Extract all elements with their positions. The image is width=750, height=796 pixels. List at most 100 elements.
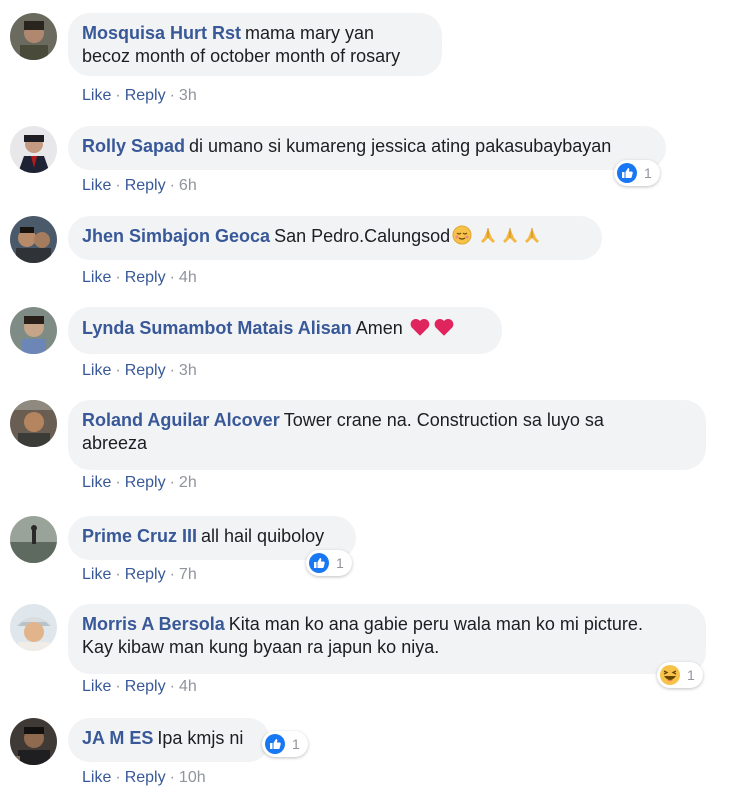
reply-link[interactable]: Reply [125, 177, 166, 194]
comment-text: San Pedro.Calungsod [274, 226, 451, 246]
timestamp[interactable]: 7h [179, 566, 197, 583]
like-link[interactable]: Like [82, 678, 111, 695]
like-link[interactable]: Like [82, 362, 111, 379]
separator: · [169, 362, 175, 379]
like-reaction-icon [617, 163, 637, 183]
like-link[interactable]: Like [82, 769, 111, 786]
comment-actions: Like · Reply · 4h [82, 678, 197, 696]
reaction-summary[interactable]: 1 [657, 662, 703, 688]
comment-bubble: Lynda Sumambot Matais Alisan Amen [68, 307, 502, 354]
like-link[interactable]: Like [82, 474, 111, 491]
relieved-face-icon [452, 225, 472, 245]
reaction-count: 1 [687, 667, 695, 683]
reply-link[interactable]: Reply [125, 474, 166, 491]
separator: · [169, 269, 175, 286]
separator: · [169, 474, 175, 491]
avatar[interactable] [10, 13, 57, 60]
folded-hands-icon [481, 228, 496, 243]
comment-bubble: Jhen Simbajon Geoca San Pedro.Calungsod [68, 216, 602, 260]
avatar[interactable] [10, 307, 57, 354]
like-reaction-icon [265, 734, 285, 754]
comment-actions: Like · Reply · 7h [82, 566, 197, 584]
separator: · [115, 566, 121, 583]
author-name[interactable]: Prime Cruz III [82, 526, 197, 546]
reaction-summary[interactable]: 1 [614, 160, 660, 186]
comment-bubble: Morris A Bersola Kita man ko ana gabie pe… [68, 604, 706, 674]
timestamp[interactable]: 4h [179, 269, 197, 286]
timestamp[interactable]: 2h [179, 474, 197, 491]
author-name[interactable]: Rolly Sapad [82, 136, 185, 156]
comment-text: Amen [355, 318, 403, 338]
red-heart-icon [434, 318, 454, 336]
comment-bubble: Roland Aguilar Alcover Tower crane na. Co… [68, 400, 706, 470]
reply-link[interactable]: Reply [125, 362, 166, 379]
separator: · [169, 87, 175, 104]
reply-link[interactable]: Reply [125, 678, 166, 695]
separator: · [169, 177, 175, 194]
comment-text: Kita man ko ana gabie peru wala man ko m… [228, 614, 643, 634]
author-name[interactable]: JA M ES [82, 728, 153, 748]
reaction-count: 1 [336, 555, 344, 571]
comment-text: abreeza [82, 433, 148, 453]
comment-text: Tower crane na. Construction sa luyo sa [283, 410, 604, 430]
comment-actions: Like · Reply · 10h [82, 769, 206, 787]
comment-bubble: JA M ES Ipa kmjs ni [68, 718, 270, 762]
folded-hands-icon [525, 228, 540, 243]
folded-hands-icon [503, 228, 518, 243]
timestamp[interactable]: 4h [179, 678, 197, 695]
separator: · [115, 362, 121, 379]
author-name[interactable]: Jhen Simbajon Geoca [82, 226, 270, 246]
separator: · [115, 769, 121, 786]
comment-text: becoz month of october month of rosary [82, 46, 401, 66]
avatar[interactable] [10, 126, 57, 173]
avatar[interactable] [10, 216, 57, 263]
separator: · [115, 87, 121, 104]
like-link[interactable]: Like [82, 566, 111, 583]
like-link[interactable]: Like [82, 87, 111, 104]
comment-text: mama mary yan [245, 23, 375, 43]
avatar[interactable] [10, 400, 57, 447]
avatar[interactable] [10, 604, 57, 651]
reply-link[interactable]: Reply [125, 566, 166, 583]
comment-text: Kay kibaw man kung byaan ra japun ko niy… [82, 637, 440, 657]
reaction-summary[interactable]: 1 [262, 731, 308, 757]
comment-bubble: Mosquisa Hurt Rst mama mary yan becoz mon… [68, 13, 442, 76]
comment-actions: Like · Reply · 4h [82, 269, 197, 287]
separator: · [115, 474, 121, 491]
comment-text: Ipa kmjs ni [157, 728, 244, 748]
avatar[interactable] [10, 516, 57, 563]
comment-actions: Like · Reply · 2h [82, 474, 197, 492]
red-heart-icon [410, 318, 430, 336]
timestamp[interactable]: 3h [179, 362, 197, 379]
author-name[interactable]: Lynda Sumambot Matais Alisan [82, 318, 352, 338]
separator: · [169, 566, 175, 583]
author-name[interactable]: Roland Aguilar Alcover [82, 410, 280, 430]
separator: · [169, 769, 175, 786]
separator: · [115, 678, 121, 695]
reply-link[interactable]: Reply [125, 87, 166, 104]
comment-actions: Like · Reply · 6h [82, 177, 197, 195]
haha-reaction-icon [660, 665, 680, 685]
reply-link[interactable]: Reply [125, 269, 166, 286]
comment-text: all hail quiboloy [201, 526, 325, 546]
timestamp[interactable]: 3h [179, 87, 197, 104]
comment-actions: Like · Reply · 3h [82, 87, 197, 105]
reply-link[interactable]: Reply [125, 769, 166, 786]
like-link[interactable]: Like [82, 177, 111, 194]
reaction-count: 1 [292, 736, 300, 752]
separator: · [115, 269, 121, 286]
author-name[interactable]: Morris A Bersola [82, 614, 225, 634]
avatar[interactable] [10, 718, 57, 765]
like-link[interactable]: Like [82, 269, 111, 286]
reaction-count: 1 [644, 165, 652, 181]
comment-actions: Like · Reply · 3h [82, 362, 197, 380]
reaction-summary[interactable]: 1 [306, 550, 352, 576]
separator: · [115, 177, 121, 194]
comment-bubble: Rolly Sapad di umano si kumareng jessica … [68, 126, 666, 170]
comment-text: di umano si kumareng jessica ating pakas… [189, 136, 612, 156]
timestamp[interactable]: 10h [179, 769, 206, 786]
separator: · [169, 678, 175, 695]
timestamp[interactable]: 6h [179, 177, 197, 194]
like-reaction-icon [309, 553, 329, 573]
author-name[interactable]: Mosquisa Hurt Rst [82, 23, 241, 43]
